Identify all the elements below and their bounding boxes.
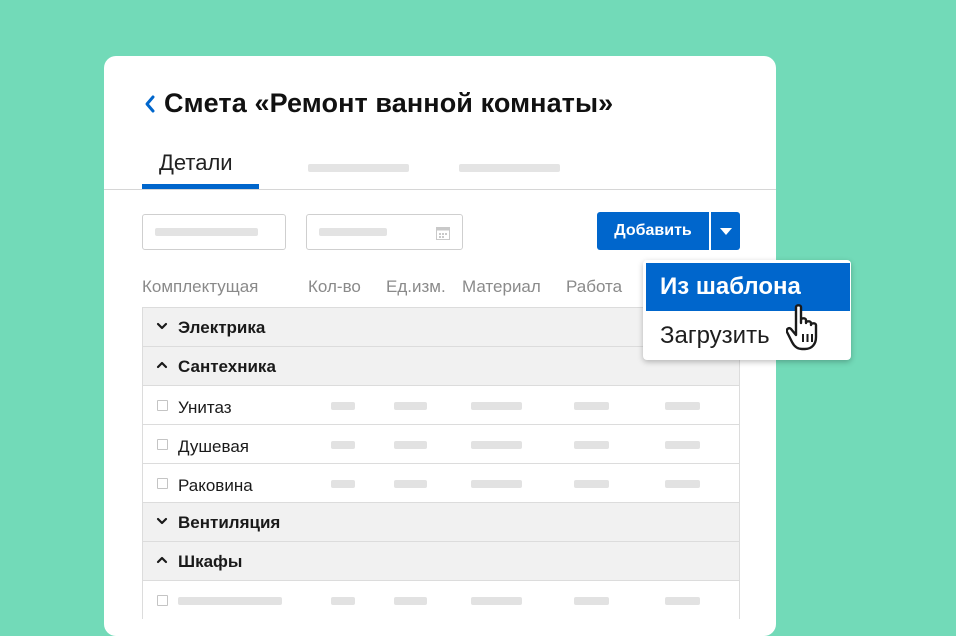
item-label: Унитаз	[178, 398, 232, 417]
group-row-cabinets[interactable]: Шкафы	[143, 541, 739, 580]
cell-placeholder	[178, 597, 282, 605]
cell-placeholder	[394, 402, 427, 410]
page-header: Смета «Ремонт ванной комнаты»	[142, 88, 613, 119]
filter-text-input[interactable]	[142, 214, 286, 250]
back-chevron-icon[interactable]	[142, 92, 158, 116]
cell-placeholder	[394, 480, 427, 488]
tab-details[interactable]: Детали	[142, 142, 259, 190]
col-header-material: Материал	[462, 277, 541, 296]
caret-down-icon	[720, 228, 732, 235]
page-title: Смета «Ремонт ванной комнаты»	[164, 88, 614, 118]
cell-placeholder	[574, 480, 609, 488]
tab-details-label: Детали	[159, 150, 233, 175]
item-label: Душевая	[178, 437, 249, 456]
chevron-up-icon	[156, 361, 168, 369]
group-label: Вентиляция	[178, 513, 281, 532]
cell-placeholder	[665, 441, 700, 449]
calendar-icon[interactable]	[436, 226, 450, 240]
cell-placeholder	[471, 597, 522, 605]
table-row-shower: Душевая	[143, 424, 739, 463]
group-label: Шкафы	[178, 552, 243, 571]
cell-placeholder	[574, 402, 609, 410]
col-header-component: Комплектущая	[142, 277, 259, 296]
row-checkbox[interactable]	[157, 478, 168, 489]
col-header-unit: Ед.изм.	[386, 277, 446, 296]
cell-placeholder	[394, 441, 427, 449]
col-header-work: Работа	[566, 277, 623, 296]
date-placeholder-bar	[319, 228, 387, 236]
row-checkbox[interactable]	[157, 400, 168, 411]
tab-placeholder-3[interactable]	[459, 164, 560, 172]
chevron-up-icon	[156, 556, 168, 564]
date-input[interactable]	[306, 214, 463, 250]
input-placeholder-bar	[155, 228, 258, 236]
cell-placeholder	[471, 402, 522, 410]
table-row-placeholder	[143, 580, 739, 619]
table-row-toilet: Унитаз	[143, 385, 739, 424]
tabs-divider	[104, 189, 776, 190]
group-label: Электрика	[178, 318, 266, 337]
cell-placeholder	[471, 480, 522, 488]
cell-placeholder	[394, 597, 427, 605]
add-button[interactable]: Добавить	[597, 212, 709, 250]
cell-placeholder	[665, 480, 700, 488]
cell-placeholder	[331, 597, 355, 605]
group-row-ventilation[interactable]: Вентиляция	[143, 502, 739, 541]
item-label: Раковина	[178, 476, 253, 495]
cell-placeholder	[331, 441, 355, 449]
col-header-qty: Кол-во	[308, 277, 361, 296]
chevron-down-icon	[156, 517, 168, 525]
table-row-sink: Раковина	[143, 463, 739, 502]
tabs: Детали	[142, 142, 776, 190]
add-dropdown-button[interactable]	[711, 212, 740, 250]
cell-placeholder	[331, 480, 355, 488]
tab-placeholder-2[interactable]	[308, 164, 409, 172]
cell-placeholder	[665, 402, 700, 410]
hand-pointer-icon	[786, 304, 818, 351]
cell-placeholder	[574, 441, 609, 449]
chevron-down-icon	[156, 322, 168, 330]
group-label: Сантехника	[178, 357, 276, 376]
cell-placeholder	[665, 597, 700, 605]
cell-placeholder	[574, 597, 609, 605]
cell-placeholder	[471, 441, 522, 449]
row-checkbox[interactable]	[157, 439, 168, 450]
row-checkbox[interactable]	[157, 595, 168, 606]
cell-placeholder	[331, 402, 355, 410]
